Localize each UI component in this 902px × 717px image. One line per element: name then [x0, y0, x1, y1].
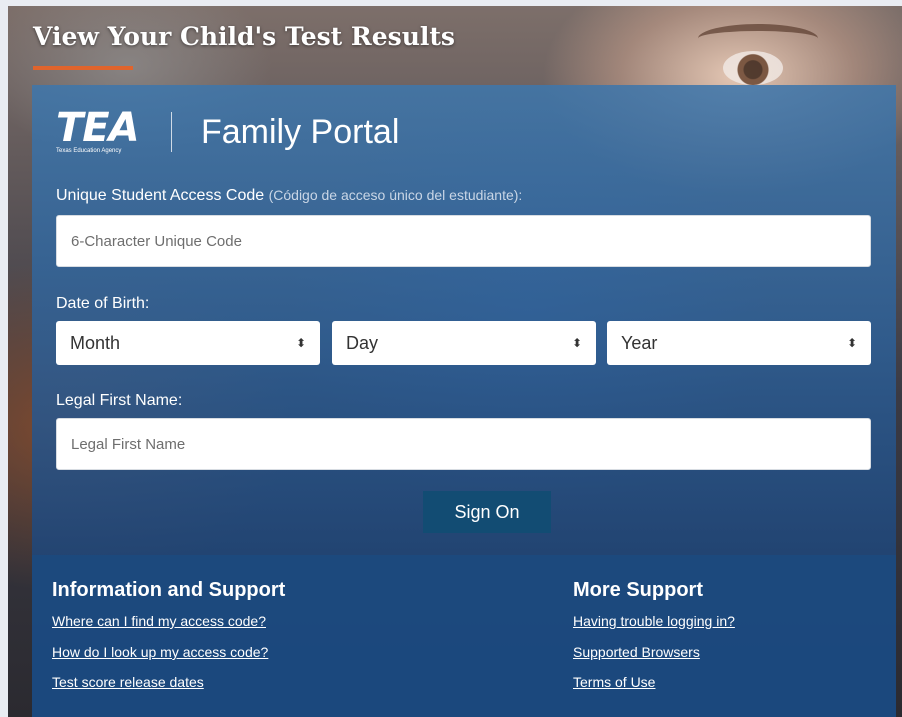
background-photo-brow: [698, 24, 818, 53]
link-supported-browsers[interactable]: Supported Browsers: [573, 644, 700, 660]
logo-subtitle: Texas Education Agency: [56, 148, 122, 154]
sort-arrows-icon: ⬍: [846, 336, 857, 350]
page-title: View Your Child's Test Results: [33, 22, 455, 51]
first-name-label: Legal First Name:: [56, 392, 183, 409]
year-select-value: Year: [621, 332, 658, 353]
day-select[interactable]: Day ⬍: [332, 321, 596, 365]
sort-arrows-icon: ⬍: [571, 336, 582, 350]
more-support-heading: More Support: [573, 579, 703, 601]
access-code-input[interactable]: [56, 215, 871, 267]
day-select-value: Day: [346, 332, 379, 353]
portal-name: Family Portal: [201, 113, 400, 151]
link-trouble-logging-in[interactable]: Having trouble logging in?: [573, 613, 735, 629]
access-code-label: Unique Student Access Code (Código de ac…: [56, 187, 522, 205]
support-section: Information and Support Where can I find…: [32, 555, 896, 717]
background-photo-eye: [723, 51, 783, 85]
info-support-heading: Information and Support: [52, 579, 286, 601]
sign-on-button[interactable]: Sign On: [423, 491, 551, 533]
page-frame: View Your Child's Test Results TEA Texas…: [8, 6, 902, 717]
title-underline: [33, 66, 133, 70]
dob-label: Date of Birth:: [56, 295, 150, 312]
brand-divider: [171, 112, 172, 152]
link-find-access-code[interactable]: Where can I find my access code?: [52, 613, 266, 629]
sort-arrows-icon: ⬍: [295, 336, 306, 350]
access-code-label-spanish: (Código de acceso único del estudiante):: [268, 187, 523, 203]
month-select[interactable]: Month ⬍: [56, 321, 320, 365]
brand-header: TEA Texas Education Agency Family Portal: [56, 105, 416, 157]
first-name-input[interactable]: [56, 418, 871, 470]
link-terms-of-use[interactable]: Terms of Use: [573, 674, 655, 690]
access-code-label-english: Unique Student Access Code: [56, 187, 265, 204]
month-select-value: Month: [70, 332, 121, 353]
link-release-dates[interactable]: Test score release dates: [52, 674, 204, 690]
link-lookup-access-code[interactable]: How do I look up my access code?: [52, 644, 268, 660]
year-select[interactable]: Year ⬍: [607, 321, 871, 365]
tea-logo: TEA Texas Education Agency: [56, 105, 146, 155]
logo-text: TEA: [56, 105, 140, 151]
sign-in-card: TEA Texas Education Agency Family Portal…: [32, 85, 896, 555]
